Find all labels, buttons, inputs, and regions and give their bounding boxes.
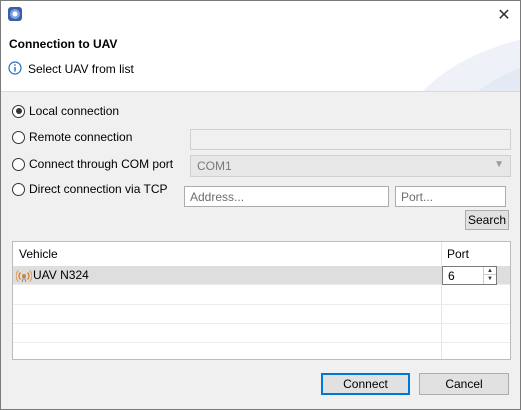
dialog-title: Connection to UAV (9, 37, 118, 51)
radio-label: Remote connection (29, 130, 133, 144)
info-icon (8, 61, 22, 75)
title-bar: ✕ (1, 1, 520, 29)
radio-button[interactable] (12, 157, 25, 171)
spinner-buttons: ▲ ▼ (483, 267, 496, 284)
table-row-empty (13, 286, 510, 305)
radio-button[interactable] (12, 182, 25, 196)
connect-button[interactable]: Connect (321, 373, 410, 395)
com-port-value: COM1 (197, 159, 232, 173)
app-icon (8, 7, 22, 21)
radio-button[interactable] (12, 104, 25, 118)
chevron-down-icon: ▼ (494, 159, 504, 170)
port-value: 6 (448, 269, 455, 283)
radio-label: Local connection (29, 104, 120, 118)
radio-button[interactable] (12, 130, 25, 144)
com-port-select[interactable]: COM1 ▼ (190, 155, 511, 177)
dialog-header: Connection to UAV Select UAV from list (1, 29, 520, 92)
header-decoration (423, 39, 520, 91)
table-row[interactable]: UAV N324 6 ▲ ▼ (13, 266, 510, 285)
remote-address-input[interactable] (190, 129, 511, 150)
address-input[interactable]: Address... (184, 186, 389, 207)
cancel-button[interactable]: Cancel (419, 373, 509, 395)
radio-label: Connect through COM port (29, 157, 174, 171)
spinner-up-icon[interactable]: ▲ (484, 267, 496, 275)
table-row-empty (13, 342, 510, 359)
radio-remote-connection[interactable]: Remote connection (12, 129, 132, 145)
header-message: Select UAV from list (28, 62, 134, 76)
dialog-window: ✕ Connection to UAV Select UAV from list… (0, 0, 521, 410)
radio-label: Direct connection via TCP (29, 182, 168, 196)
table-row-empty (13, 305, 510, 324)
column-header-vehicle[interactable]: Vehicle (19, 247, 58, 261)
table-row-empty (13, 324, 510, 343)
search-button[interactable]: Search (465, 210, 509, 230)
port-input[interactable]: Port... (395, 186, 506, 207)
column-header-port[interactable]: Port (447, 247, 469, 261)
vehicle-table: Vehicle Port UAV N324 6 ▲ ▼ (12, 241, 511, 360)
radio-com-port[interactable]: Connect through COM port (12, 156, 173, 172)
radio-direct-tcp[interactable]: Direct connection via TCP (12, 181, 168, 197)
uav-signal-icon (16, 270, 32, 283)
vehicle-name: UAV N324 (33, 268, 89, 282)
port-spinner[interactable]: 6 ▲ ▼ (442, 266, 497, 285)
close-icon[interactable]: ✕ (494, 5, 514, 25)
radio-local-connection[interactable]: Local connection (12, 103, 119, 119)
spinner-down-icon[interactable]: ▼ (484, 275, 496, 283)
table-header: Vehicle Port (13, 242, 510, 266)
